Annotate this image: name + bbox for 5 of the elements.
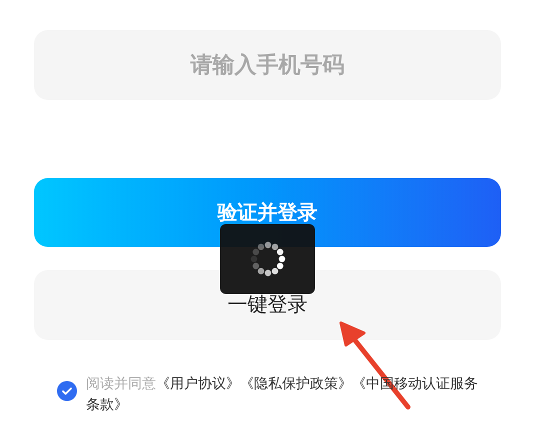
phone-number-field[interactable]: 请输入手机号码 bbox=[34, 30, 501, 100]
one-tap-login-button[interactable]: 一键登录 bbox=[34, 270, 501, 340]
check-icon bbox=[61, 385, 73, 397]
spinner-icon bbox=[250, 241, 286, 277]
agree-checkbox[interactable] bbox=[57, 381, 77, 401]
